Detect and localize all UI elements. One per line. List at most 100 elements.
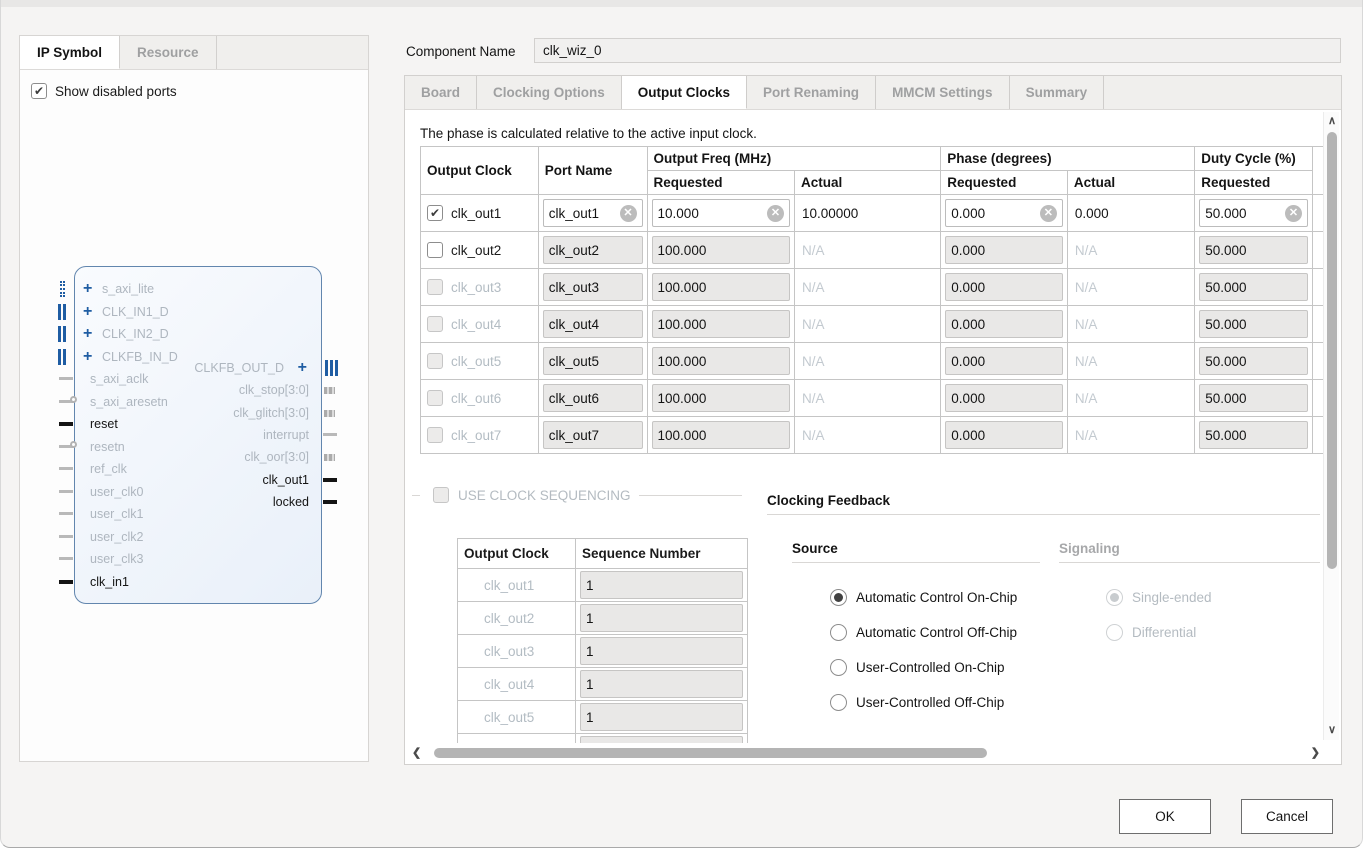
output-clocks-tab-content: The phase is calculated relative to the … [406,110,1326,743]
pin-stub-icon [323,478,337,482]
port-name-label: CLK_IN1_D [102,302,169,322]
horizontal-scrollbar[interactable]: ❮ ❯ [410,745,1322,761]
col-phase-requested: Requested [941,171,1068,195]
clock-label: clk_out7 [451,428,501,443]
tab-clocking-options[interactable]: Clocking Options [477,76,622,109]
radio-label-differential: Differential [1132,625,1196,640]
enable-clk-out3-checkbox[interactable] [427,279,443,295]
port-name-label: clk_stop[3:0] [239,380,309,400]
cancel-button[interactable]: Cancel [1241,799,1333,834]
radio-single-ended[interactable] [1106,589,1123,606]
enable-clk-out4-checkbox[interactable] [427,316,443,332]
tab-summary[interactable]: Summary [1010,76,1105,109]
radio-row-user-controlled-on-chip[interactable]: User-Controlled On-Chip [830,659,1005,676]
clock-table-row-clk-out4: clk_out4clk_out4100.000N/A0.000N/A50.000 [421,306,1326,343]
tab-output-clocks[interactable]: Output Clocks [622,76,747,109]
radio-automatic-control-off-chip[interactable] [830,624,847,641]
interface-bus-icon [58,304,66,320]
enable-clk-out6-checkbox[interactable] [427,390,443,406]
sequence-clock-label: clk_out4 [462,677,534,692]
port-name-label: CLKFB_OUT_D [194,358,284,378]
enable-clk-out2-checkbox[interactable] [427,242,443,258]
freq-requested-field[interactable]: 10.000✕ [652,199,790,227]
expand-interface-icon[interactable]: + [83,347,92,367]
expand-interface-icon[interactable]: + [83,324,92,344]
ip-port-clk-stop-3-0: clk_stop[3:0] [141,380,321,400]
radio-row-differential[interactable]: Differential [1106,624,1196,641]
clock-table-row-clk-out6: clk_out6clk_out6100.000N/A0.000N/A50.000 [421,380,1326,417]
tab-board[interactable]: Board [405,76,477,109]
vertical-scrollbar[interactable]: ∧ ∨ [1323,112,1339,740]
radio-row-automatic-control-off-chip[interactable]: Automatic Control Off-Chip [830,624,1017,641]
sequence-row-clk-out4: clk_out41 [458,668,748,701]
phase-actual-value: N/A [1072,317,1098,332]
enable-clk-out1-checkbox[interactable]: ✔ [427,205,443,221]
phase-actual-value: N/A [1072,243,1098,258]
port-name-label: user_clk2 [90,527,144,547]
scroll-up-icon[interactable]: ∧ [1328,116,1336,127]
port-name-label: ref_clk [90,459,127,479]
clock-label: clk_out4 [451,317,501,332]
use-clock-sequencing-row[interactable]: USE CLOCK SEQUENCING [433,487,639,503]
port-name-field[interactable]: clk_out1✕ [543,199,643,227]
ok-button[interactable]: OK [1119,799,1211,834]
radio-label-user-controlled-off-chip: User-Controlled Off-Chip [856,695,1004,710]
radio-row-automatic-control-on-chip[interactable]: Automatic Control On-Chip [830,589,1017,606]
pin-stub-icon [59,535,73,538]
enable-clk-out7-checkbox[interactable] [427,427,443,443]
sequence-clock-label: clk_out2 [462,611,534,626]
signaling-title: Signaling [1059,541,1120,556]
port-name-field-value: clk_out4 [549,317,599,332]
radio-row-user-controlled-off-chip[interactable]: User-Controlled Off-Chip [830,694,1004,711]
component-name-input[interactable]: clk_wiz_0 [534,38,1341,63]
pin-stub-icon [59,512,73,515]
freq-actual-value: 10.00000 [799,206,858,221]
sequencing-group-line-left [412,495,420,496]
use-clock-sequencing-checkbox[interactable] [433,487,449,503]
sequence-number-value: 1 [586,743,594,744]
ip-symbol-block: +s_axi_lite+CLK_IN1_D+CLK_IN2_D+CLKFB_IN… [74,266,322,604]
sequence-clock-label: clk_out5 [462,710,534,725]
tab-ip-symbol[interactable]: IP Symbol [20,36,120,69]
col-freq-requested: Requested [647,171,794,195]
tab-port-renaming[interactable]: Port Renaming [747,76,876,109]
scroll-down-icon[interactable]: ∨ [1328,725,1336,736]
show-disabled-ports-row[interactable]: ✔ Show disabled ports [31,83,177,99]
tab-mmcm-settings[interactable]: MMCM Settings [876,76,1010,109]
expand-interface-icon[interactable]: + [83,279,92,299]
radio-row-single-ended[interactable]: Single-ended [1106,589,1212,606]
expand-interface-icon[interactable]: + [298,358,307,378]
radio-user-controlled-off-chip[interactable] [830,694,847,711]
duty-requested-field[interactable]: 50.000✕ [1199,199,1308,227]
freq-actual-value: N/A [799,428,825,443]
phase-requested-field: 0.000 [945,384,1063,412]
duty-requested-field: 50.000 [1199,347,1308,375]
vertical-scroll-thumb[interactable] [1327,132,1337,569]
inverted-pin-stub-icon [59,445,73,448]
show-disabled-ports-checkbox[interactable]: ✔ [31,83,47,99]
sequence-number-value: 1 [586,710,594,725]
scroll-right-icon[interactable]: ❯ [1311,748,1320,759]
freq-actual-value: N/A [799,280,825,295]
tab-resource[interactable]: Resource [120,36,217,69]
clear-field-icon[interactable]: ✕ [767,205,784,222]
interface-bus-icon [58,349,66,365]
radio-automatic-control-on-chip[interactable] [830,589,847,606]
radio-differential[interactable] [1106,624,1123,641]
clear-field-icon[interactable]: ✕ [1285,205,1302,222]
port-name-label: clk_in1 [90,572,129,592]
phase-requested-field[interactable]: 0.000✕ [945,199,1063,227]
scroll-left-icon[interactable]: ❮ [412,748,421,759]
horizontal-scroll-thumb[interactable] [434,748,987,758]
clear-field-icon[interactable]: ✕ [620,205,637,222]
clear-field-icon[interactable]: ✕ [1040,205,1057,222]
clock-table-row-clk-out2: clk_out2clk_out2100.000N/A0.000N/A50.000 [421,232,1326,269]
phase-actual-value: N/A [1072,280,1098,295]
radio-user-controlled-on-chip[interactable] [830,659,847,676]
radio-label-user-controlled-on-chip: User-Controlled On-Chip [856,660,1005,675]
enable-clk-out5-checkbox[interactable] [427,353,443,369]
freq-requested-field: 100.000 [652,347,790,375]
duty-requested-field-value: 50.000 [1205,317,1246,332]
pin-stub-icon [59,557,73,560]
expand-interface-icon[interactable]: + [83,302,92,322]
